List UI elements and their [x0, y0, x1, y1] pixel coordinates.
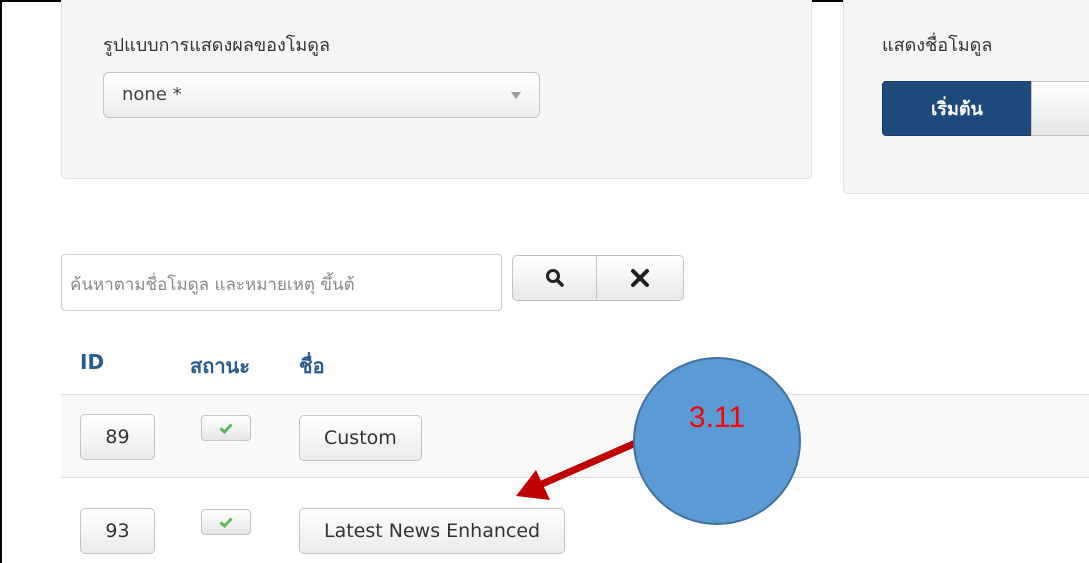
module-style-label: รูปแบบการแสดงผลของโมดูล: [103, 35, 331, 56]
annotation-callout: 3.11: [633, 357, 801, 525]
column-header-name[interactable]: ชื่อ: [299, 350, 325, 382]
module-style-value: none *: [122, 84, 182, 105]
search-button[interactable]: [512, 255, 597, 301]
close-icon: [631, 269, 649, 287]
column-header-id[interactable]: ID: [80, 350, 104, 374]
row-id-button[interactable]: 89: [80, 414, 155, 460]
clear-search-button[interactable]: [596, 255, 684, 301]
check-icon: [219, 422, 233, 434]
table-row-divider: [61, 477, 1089, 478]
annotation-label: 3.11: [688, 401, 746, 434]
row-status-toggle[interactable]: [201, 509, 251, 535]
row-id-button[interactable]: 93: [80, 508, 155, 554]
search-placeholder: ค้นหาตามชื่อโมดูล และหมายเหตุ ขึ้นต้: [70, 275, 355, 295]
search-input[interactable]: ค้นหาตามชื่อโมดูล และหมายเหตุ ขึ้นต้: [61, 254, 502, 311]
show-title-default-button[interactable]: เริ่มต้น: [882, 81, 1032, 136]
show-title-label: แสดงชื่อโมดูล: [882, 35, 993, 56]
row-name-button[interactable]: Latest News Enhanced: [299, 508, 566, 554]
row-status-toggle[interactable]: [201, 415, 251, 441]
chevron-down-icon: [511, 92, 521, 99]
search-icon: [545, 269, 564, 287]
row-name-button[interactable]: Custom: [299, 415, 422, 461]
check-icon: [219, 516, 233, 528]
module-style-select[interactable]: none *: [103, 72, 540, 118]
show-title-other-button[interactable]: [1031, 81, 1089, 136]
column-header-status[interactable]: สถานะ: [190, 350, 250, 382]
